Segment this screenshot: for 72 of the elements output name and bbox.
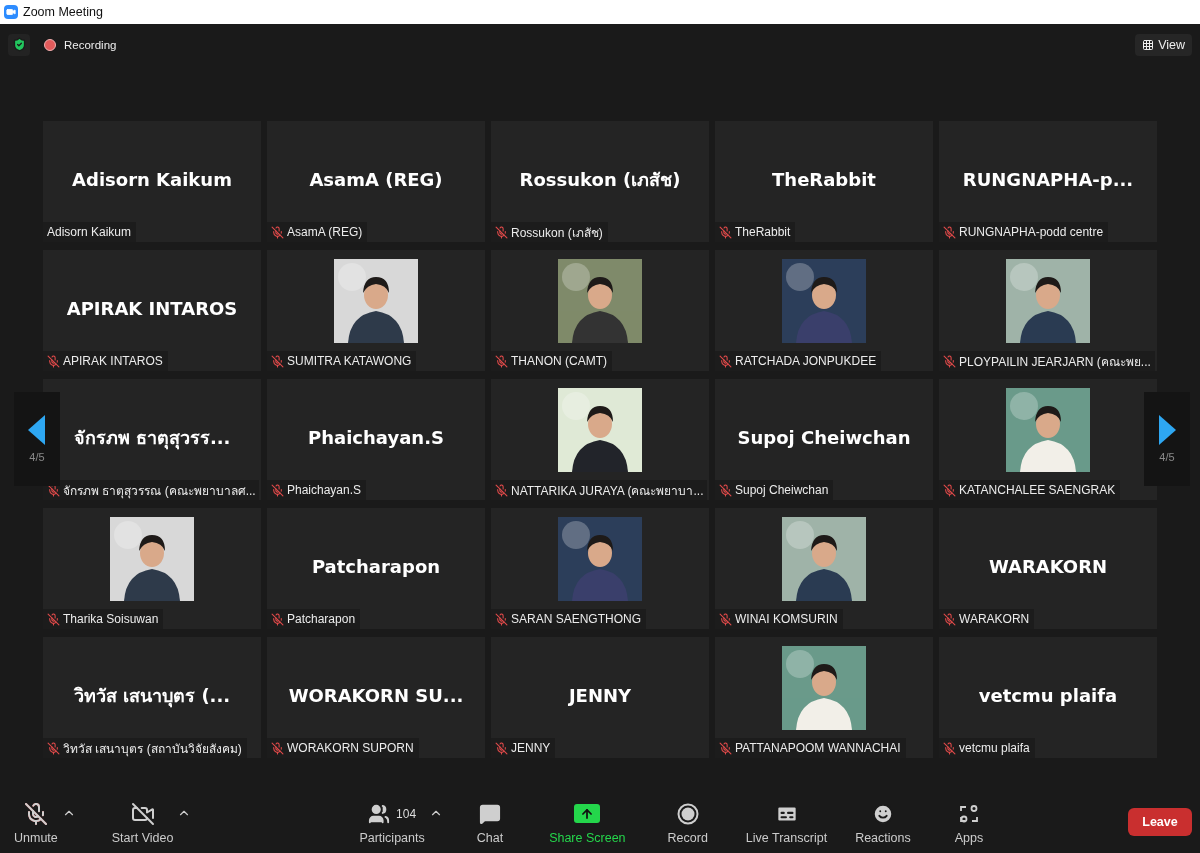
name-label-text: SARAN SAENGTHONG — [511, 612, 642, 626]
name-label-text: vetcmu plaifa — [959, 741, 1030, 755]
name-label-text: RUNGNAPHA-podd centre — [959, 225, 1104, 239]
view-button[interactable]: View — [1135, 33, 1192, 56]
name-label-text: PATTANAPOOM WANNACHAI — [735, 741, 901, 755]
name-label-text: APIRAK INTAROS — [63, 354, 163, 368]
name-label-text: WARAKORN — [959, 612, 1030, 626]
participant-name: vetcmu plaifa — [978, 685, 1118, 706]
next-page-button[interactable]: 4/5 — [1144, 392, 1190, 486]
participant-name: APIRAK INTAROS — [66, 298, 238, 319]
participant-name: วิทวัส เสนาบุตร (... — [73, 684, 231, 710]
right-arrow-icon — [1158, 415, 1176, 445]
participant-name: Adisorn Kaikum — [72, 169, 232, 190]
name-label-text: JENNY — [511, 741, 551, 755]
video-button[interactable]: Start Video — [111, 799, 174, 845]
reactions-button[interactable]: Reactions — [855, 799, 911, 845]
participant-name: Rossukon (เภสัช) — [519, 168, 681, 192]
participant-name: Phaichayan.S — [308, 427, 444, 448]
record-icon — [676, 802, 699, 825]
participant-name: TheRabbit — [772, 169, 876, 190]
chat-icon — [478, 802, 501, 825]
recording-label: Recording — [64, 38, 117, 51]
security-shield-icon[interactable] — [8, 33, 30, 56]
chat-button[interactable]: Chat — [476, 799, 504, 845]
name-label-text: RATCHADA JONPUKDEE — [735, 354, 877, 368]
name-label-text: WORAKORN SUPORN — [287, 741, 414, 755]
name-label-text: THANON (CAMT) — [511, 354, 607, 368]
name-label-text: วิทวัส เสนาบุตร (สถาบันวิจัยสังคม) — [63, 740, 242, 758]
window-title: Zoom Meeting — [23, 5, 103, 19]
participant-name: จักรภพ ธาตุสุวรร... — [73, 426, 231, 452]
video-off-icon — [130, 801, 155, 826]
participants-icon — [368, 802, 391, 825]
share-screen-icon — [574, 804, 601, 823]
transcript-button[interactable]: Live Transcript — [745, 799, 828, 845]
name-label-text: PLOYPAILIN JEARJARN (คณะพย... — [959, 353, 1151, 371]
participants-button[interactable]: 104 Participants — [359, 799, 425, 845]
recording-icon — [44, 38, 56, 51]
name-label-text: Patcharapon — [287, 612, 356, 626]
zoom-logo-icon — [4, 5, 18, 19]
participant-name: RUNGNAPHA-p... — [962, 169, 1134, 190]
name-label-text: NATTARIKA JURAYA (คณะพยาบา... — [511, 482, 704, 500]
name-label-text: KATANCHALEE SAENGRAK — [959, 483, 1116, 497]
name-label-text: Phaichayan.S — [287, 483, 362, 497]
name-label-text: Adisorn Kaikum — [47, 225, 132, 239]
name-label-text: WINAI KOMSURIN — [735, 612, 838, 626]
participant-name: Patcharapon — [311, 556, 441, 577]
previous-page-button[interactable]: 4/5 — [14, 392, 60, 486]
participant-name: Supoj Cheiwchan — [737, 427, 911, 448]
page-indicator: 4/5 — [1159, 451, 1175, 463]
participant-name: WORAKORN SU... — [288, 685, 464, 706]
name-label-text: TheRabbit — [735, 225, 791, 239]
record-button[interactable]: Record — [667, 799, 708, 845]
name-label-text: จักรภพ ธาตุสุวรรณ (คณะพยาบาลศ... — [63, 482, 256, 500]
apps-button[interactable]: Apps — [954, 799, 984, 845]
name-label-text: Rossukon (เภสัช) — [511, 224, 603, 242]
name-label-text: SUMITRA KATAWONG — [287, 354, 412, 368]
participant-name: JENNY — [568, 685, 632, 706]
mic-button[interactable]: Unmute — [14, 799, 58, 845]
participant-name: WARAKORN — [988, 556, 1108, 577]
name-label-text: Supoj Cheiwchan — [735, 483, 829, 497]
apps-icon — [959, 803, 979, 824]
left-arrow-icon — [28, 415, 46, 445]
grid-icon — [1142, 38, 1155, 51]
name-label-text: Tharika Soisuwan — [63, 612, 159, 626]
participant-count: 104 — [396, 806, 417, 821]
mic-muted-icon — [23, 801, 48, 826]
leave-button[interactable]: Leave — [1128, 808, 1192, 836]
share-button[interactable]: Share Screen — [549, 799, 626, 845]
page-indicator: 4/5 — [29, 451, 45, 463]
name-label-text: AsamA (REG) — [287, 225, 363, 239]
smiley-icon — [871, 802, 894, 825]
participant-name: AsamA (REG) — [309, 169, 443, 190]
